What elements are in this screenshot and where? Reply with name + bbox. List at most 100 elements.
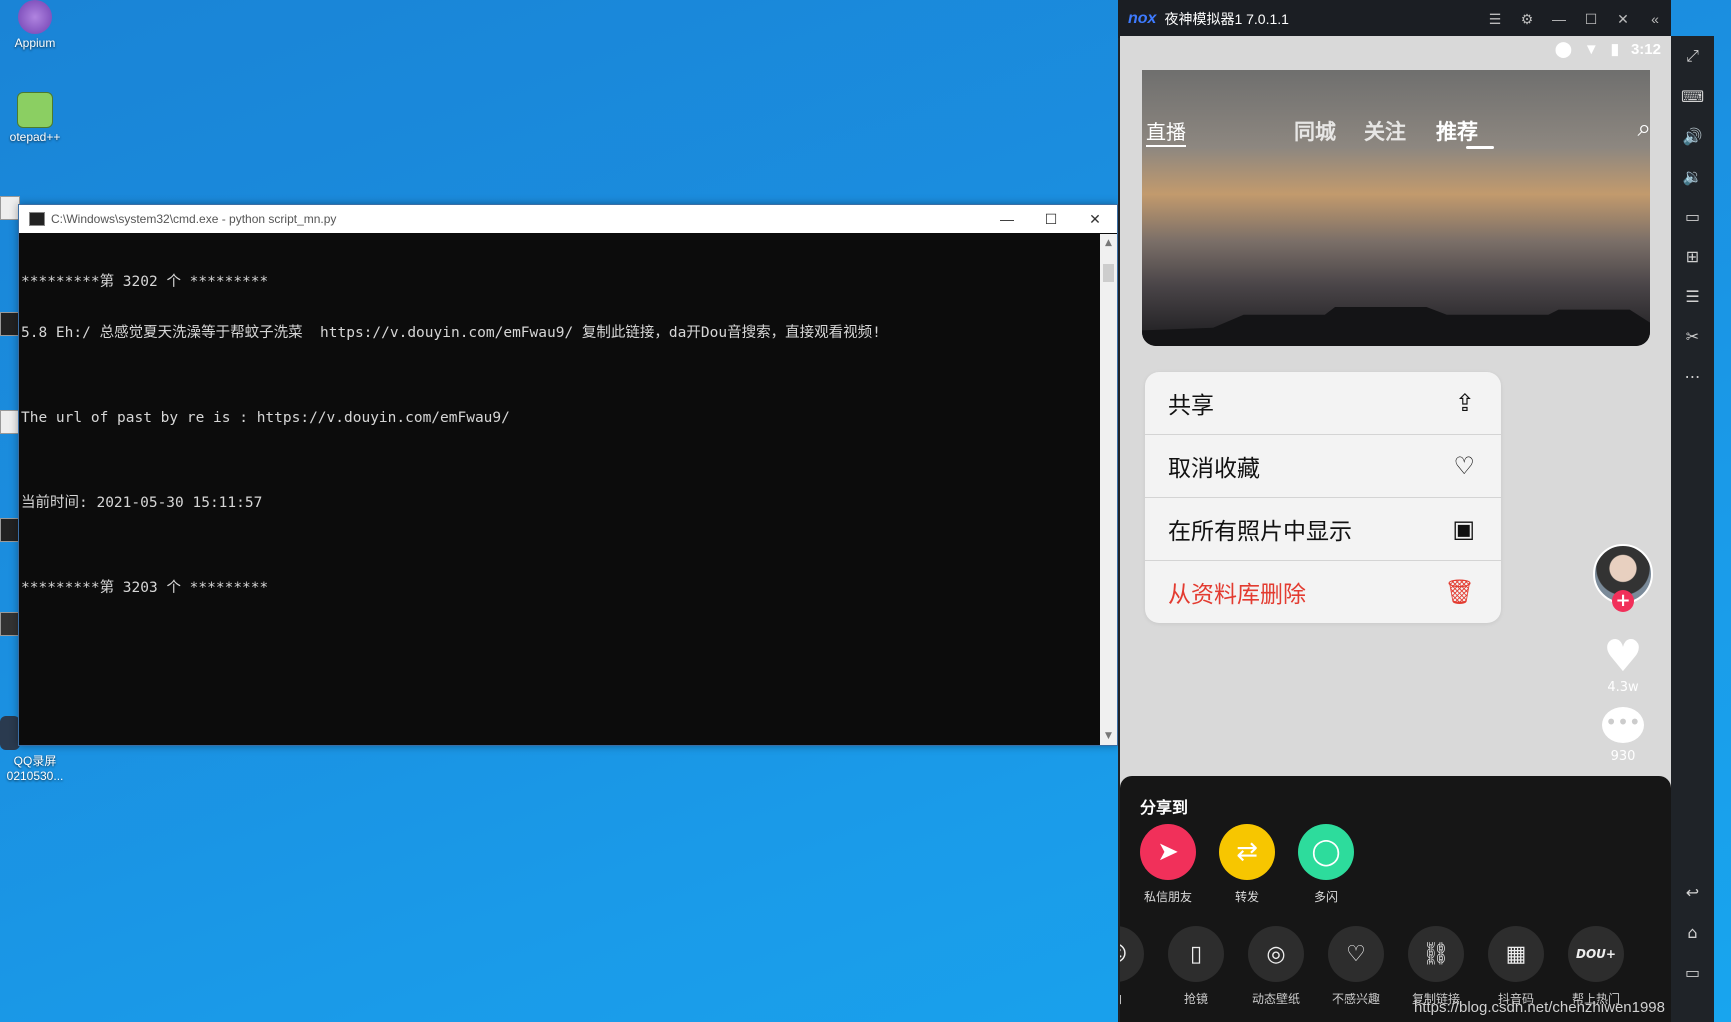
desktop-icon-partial[interactable] [0,410,20,434]
nox-emulator-window[interactable]: nox 夜神模拟器1 7.0.1.1 ☰ ⚙ — ☐ ✕ « ⬤ ▼ ▮ 3:1… [1118,0,1714,1022]
action-live-wallpaper[interactable]: ◎ 动态壁纸 [1248,926,1304,1007]
share-label: 私信朋友 [1143,890,1192,904]
apk-install-icon[interactable]: ⊞ [1671,236,1714,276]
menu-item-label: 在所有照片中显示 [1168,519,1352,545]
nox-titlebar[interactable]: nox 夜神模拟器1 7.0.1.1 ☰ ⚙ — ☐ ✕ « [1118,0,1671,38]
action-label: 抢镜 [1183,992,1208,1006]
nox-toolbar: ⤢ ⌨ 🔊 🔉 ▭ ⊞ ☰ ✂ ⋯ ↩ ⌂ ▭ [1671,36,1714,1022]
close-button[interactable]: ✕ [1607,11,1639,28]
close-button[interactable]: ✕ [1073,205,1117,233]
scissors-icon[interactable]: ✂ [1671,316,1714,356]
repost-icon: ⇄ [1219,824,1275,880]
desktop-icon-partial[interactable] [0,312,20,336]
nox-title: 夜神模拟器1 7.0.1.1 [1164,11,1289,27]
duoshan-icon: ◯ [1298,824,1354,880]
scrollbar-thumb[interactable] [1103,264,1114,282]
share-sheet: 分享到 ➤ 私信朋友 ⇄ 转发 ◯ 多闪 ☺拍 ▯抢镜 ◎ 动态壁纸 [1120,776,1671,1022]
cmd-window[interactable]: C:\Windows\system32\cmd.exe - python scr… [18,204,1118,746]
menu-item-unfavorite[interactable]: 取消收藏 ♡ [1145,435,1501,498]
fullscreen-icon[interactable]: ⤢ [1671,36,1714,76]
live-tab[interactable]: 直播 [1146,116,1186,147]
phone-screen[interactable]: ⬤ ▼ ▮ 3:12 直播 同城 关注 推荐 ⌕ 共享 ⇪ 取消收藏 ♡ 在所有… [1120,36,1671,1022]
home-icon[interactable]: ⌂ [1671,912,1714,952]
tab-nearby[interactable]: 同城 [1294,116,1336,146]
more-icon[interactable]: ⋯ [1671,356,1714,396]
menu-item-share[interactable]: 共享 ⇪ [1145,372,1501,435]
scrollbar[interactable]: ▲ ▼ [1100,234,1117,745]
comment-icon[interactable]: ••• [1602,707,1644,743]
action-shoot[interactable]: ☺拍 [1120,926,1144,1007]
watermark: https://blog.csdn.net/chenzhiwen1998 [1413,999,1665,1016]
gear-icon[interactable]: ⚙ [1511,11,1543,28]
console-line: *********第 3203 个 ********* [21,580,269,596]
menu-item-show-in-photos[interactable]: 在所有照片中显示 ▣ [1145,498,1501,561]
menu-icon[interactable]: ☰ [1479,11,1511,28]
menu-item-label: 共享 [1168,393,1214,419]
minimize-button[interactable]: — [1543,11,1575,27]
skyline-silhouette [1142,307,1650,346]
console-line: 5.8 Eh:/ 总感觉夏天洗澡等于帮蚊子洗菜 https://v.douyin… [21,325,881,341]
status-bar: ⬤ ▼ ▮ 3:12 [1555,40,1661,59]
console-output[interactable]: *********第 3202 个 ********* 5.8 Eh:/ 总感觉… [19,234,1099,745]
share-label: 多闪 [1313,890,1338,904]
action-copy-link[interactable]: ⛓ 复制链接 [1408,926,1464,1007]
screen-icon[interactable]: ▭ [1671,196,1714,236]
share-sheet-title: 分享到 [1140,798,1189,817]
action-label: 不感兴趣 [1331,992,1380,1006]
console-line: 当前时间: 2021-05-30 15:11:57 [21,495,263,511]
maximize-button[interactable]: ☐ [1029,205,1073,233]
link-icon: ⛓ [1408,926,1464,982]
appium-icon [18,0,52,34]
collapse-sidebar-icon[interactable]: « [1639,11,1671,27]
tab-recommended[interactable]: 推荐 [1436,116,1478,146]
share-private-message[interactable]: ➤ 私信朋友 [1140,824,1196,905]
share-repost[interactable]: ⇄ 转发 [1219,824,1275,905]
action-duet[interactable]: ▯ 抢镜 [1168,926,1224,1007]
share-label: 转发 [1234,890,1259,904]
avatar[interactable]: + [1593,544,1653,612]
desktop-icon-partial[interactable] [0,612,20,636]
action-not-interested[interactable]: ♡ 不感兴趣 [1328,926,1384,1007]
unfavorite-icon: ♡ [1453,452,1475,480]
heart-icon[interactable]: ♥ [1593,634,1653,680]
cmd-titlebar[interactable]: C:\Windows\system32\cmd.exe - python scr… [19,205,1117,233]
recent-apps-icon[interactable]: ▭ [1671,952,1714,992]
broken-heart-icon: ♡ [1328,926,1384,982]
desktop-icon-notepad[interactable]: otepad++ [0,92,70,144]
multi-instance-icon[interactable]: ☰ [1671,276,1714,316]
tab-following[interactable]: 关注 [1364,116,1406,146]
action-rail: + ♥ 4.3w ••• 930 [1593,544,1653,764]
scroll-up-icon[interactable]: ▲ [1100,238,1117,248]
desktop-icon-label: otepad++ [9,130,61,144]
menu-item-label: 从资料库删除 [1168,582,1306,608]
scroll-down-icon[interactable]: ▼ [1100,731,1117,741]
like-count: 4.3w [1607,680,1639,695]
desktop-icon-appium[interactable]: Appium [0,0,70,50]
console-line: The url of past by re is : https://v.dou… [21,410,510,426]
keyboard-icon[interactable]: ⌨ [1671,76,1714,116]
desktop-icon-partial[interactable] [0,196,20,220]
menu-item-delete[interactable]: 从资料库删除 🗑 [1145,561,1501,623]
minimize-button[interactable]: — [985,205,1029,233]
desktop-icon-label: QQ录屏 0210530... [6,754,64,783]
volume-up-icon[interactable]: 🔊 [1671,116,1714,156]
share-duoshan[interactable]: ◯ 多闪 [1298,824,1354,905]
action-dou-plus[interactable]: DOU+ 帮上热门 [1568,926,1624,1007]
wallpaper-icon: ◎ [1248,926,1304,982]
qr-code-icon: ▦ [1488,926,1544,982]
follow-plus-icon[interactable]: + [1612,590,1634,612]
back-icon[interactable]: ↩ [1671,872,1714,912]
cmd-title: C:\Windows\system32\cmd.exe - python scr… [51,212,337,226]
clock: 3:12 [1630,40,1661,58]
maximize-button[interactable]: ☐ [1575,11,1607,28]
volume-down-icon[interactable]: 🔉 [1671,156,1714,196]
nox-logo: nox [1128,10,1157,27]
search-icon[interactable]: ⌕ [1638,114,1651,142]
action-label: 动态壁纸 [1251,992,1300,1006]
context-menu: 共享 ⇪ 取消收藏 ♡ 在所有照片中显示 ▣ 从资料库删除 🗑 [1145,372,1501,623]
smile-icon: ☺ [1120,926,1144,982]
action-qr-code[interactable]: ▦ 抖音码 [1488,926,1544,1007]
desktop-icon-partial[interactable] [0,518,20,542]
share-icon: ⇪ [1454,389,1475,417]
notepad-plus-icon [17,92,53,128]
